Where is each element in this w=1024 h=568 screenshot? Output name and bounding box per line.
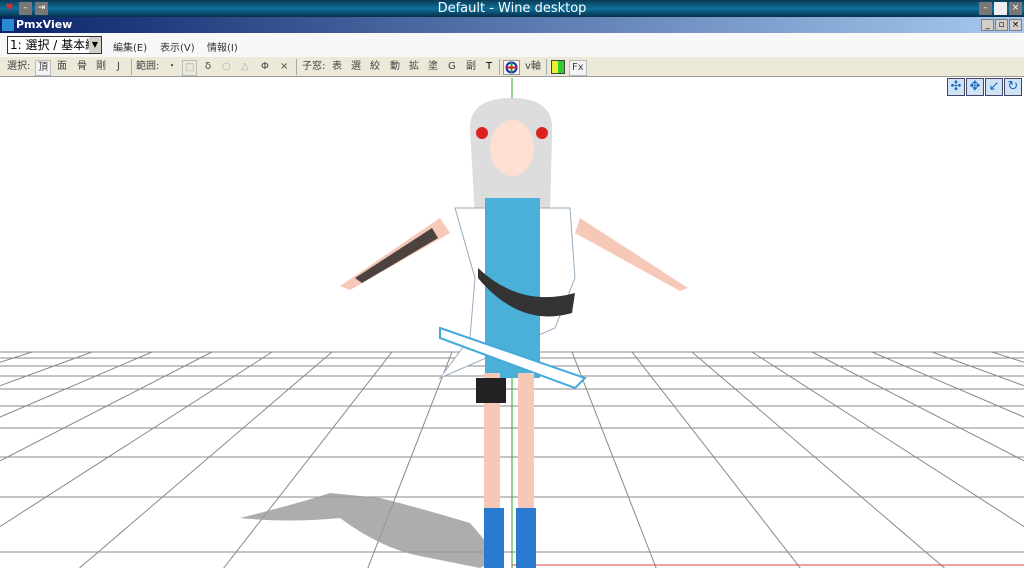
grid-line xyxy=(691,351,945,568)
range-triangle[interactable]: △ xyxy=(241,60,249,74)
axis-gizmo-button[interactable] xyxy=(503,60,520,75)
right-hair-ornament xyxy=(536,127,548,139)
range-phi[interactable]: Φ xyxy=(261,60,269,74)
select-vertex[interactable]: 頂 xyxy=(35,60,51,76)
right-leg xyxy=(518,373,534,508)
restore-button[interactable]: ⇥ xyxy=(35,2,48,15)
zoom-icon[interactable]: ↙ xyxy=(985,78,1003,96)
left-hair-ornament xyxy=(476,127,488,139)
child-window-label: 子窓: xyxy=(302,61,326,72)
menu-info[interactable]: 情報(I) xyxy=(207,39,238,54)
wine-glass-icon[interactable]: ♥ xyxy=(3,2,16,15)
child-sub[interactable]: 副 xyxy=(466,60,476,74)
range-point[interactable]: ・ xyxy=(167,60,177,74)
character-shadow xyxy=(240,493,500,568)
toolbar: 選択: 頂 面 骨 剛 J 範囲: ・ □ δ ○ △ Φ × 子窓: 表 選 … xyxy=(0,57,1024,77)
range-cross[interactable]: × xyxy=(280,60,288,74)
child-select[interactable]: 選 xyxy=(351,60,361,74)
rotate-move-icon[interactable]: ✣ xyxy=(947,78,965,96)
grid-line xyxy=(811,351,1024,462)
child-filter[interactable]: 絞 xyxy=(370,60,380,74)
grid-color-icon[interactable] xyxy=(551,60,565,74)
left-boot xyxy=(484,508,504,568)
select-joint[interactable]: J xyxy=(117,60,120,74)
app-close-button[interactable]: × xyxy=(1009,19,1022,31)
checkered-sleeve xyxy=(355,228,438,283)
grid-line xyxy=(0,351,93,387)
desktop-minimize-button[interactable]: – xyxy=(979,2,992,15)
app-restore-button[interactable]: ▫ xyxy=(995,19,1008,31)
range-label: 範囲: xyxy=(136,61,160,72)
wine-title: Default - Wine desktop xyxy=(437,1,587,16)
child-paint[interactable]: 塗 xyxy=(428,60,438,74)
mode-select-value: 1: 選択 / 基本編 xyxy=(10,38,98,52)
select-label: 選択: xyxy=(7,61,31,72)
child-scale[interactable]: 拡 xyxy=(409,60,419,74)
app-icon xyxy=(2,19,14,31)
child-g[interactable]: G xyxy=(448,60,456,74)
reset-rotate-icon[interactable]: ↻ xyxy=(1004,78,1022,96)
grid-line xyxy=(751,351,1024,528)
grid-line xyxy=(931,351,1024,387)
grid-line xyxy=(631,351,801,568)
select-bone[interactable]: 骨 xyxy=(77,60,87,74)
shorts xyxy=(476,378,506,403)
face xyxy=(490,120,534,176)
range-circle[interactable]: ○ xyxy=(222,60,231,74)
grid-line xyxy=(871,351,1024,418)
app-title-bar: PmxView xyxy=(0,17,1024,33)
menu-bar: 1: 選択 / 基本編 ▼ 編集(E) 表示(V) 情報(I) xyxy=(0,33,1024,57)
right-boot xyxy=(516,508,536,568)
grid-line xyxy=(79,351,333,568)
grid-line xyxy=(0,351,153,418)
3d-viewport[interactable]: ✣ ✥ ↙ ↻ xyxy=(0,78,1024,568)
fx-button[interactable]: Fx xyxy=(569,60,587,76)
right-arm xyxy=(575,218,688,291)
grid-line xyxy=(0,351,273,528)
select-rigid[interactable]: 剛 xyxy=(96,60,106,74)
mode-select[interactable]: 1: 選択 / 基本編 ▼ xyxy=(7,36,102,54)
wine-title-bar: ♥ – ⇥ Default - Wine desktop – × xyxy=(0,0,1024,17)
menu-edit[interactable]: 編集(E) xyxy=(113,39,147,54)
axis-gizmo-icon xyxy=(505,61,518,74)
grid-line xyxy=(0,351,213,462)
scene-canvas xyxy=(0,78,1024,568)
pan-icon[interactable]: ✥ xyxy=(966,78,984,96)
child-t[interactable]: T xyxy=(486,60,492,74)
range-rect[interactable]: □ xyxy=(182,60,198,76)
desktop-close-button[interactable]: × xyxy=(1009,2,1022,15)
select-face[interactable]: 面 xyxy=(57,60,67,74)
menu-view[interactable]: 表示(V) xyxy=(160,39,195,54)
child-table[interactable]: 表 xyxy=(332,60,342,74)
child-motion[interactable]: 動 xyxy=(390,60,400,74)
grid-line xyxy=(571,351,657,568)
minimize-button[interactable]: – xyxy=(19,2,32,15)
v-axis-button[interactable]: v軸 xyxy=(525,60,541,74)
chevron-down-icon: ▼ xyxy=(89,37,101,53)
app-minimize-button[interactable]: _ xyxy=(981,19,994,31)
app-title: PmxView xyxy=(16,18,73,31)
desktop-maximize-button[interactable] xyxy=(994,2,1007,15)
range-delta[interactable]: δ xyxy=(205,60,211,74)
